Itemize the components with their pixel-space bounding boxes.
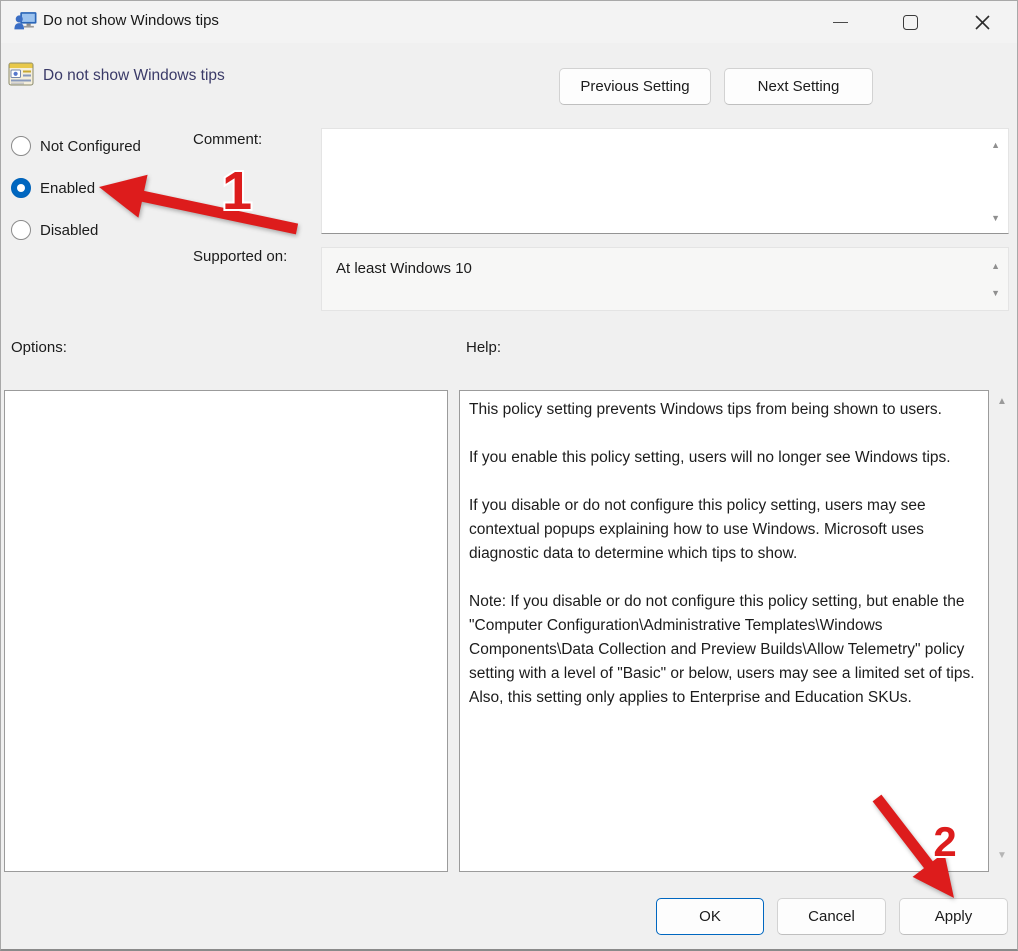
scroll-up-icon[interactable]: ▲ — [991, 262, 1000, 271]
help-text: This policy setting prevents Windows tip… — [469, 401, 975, 706]
close-icon — [974, 14, 990, 30]
next-setting-button[interactable]: Next Setting — [724, 68, 873, 105]
radio-disabled[interactable]: Disabled — [11, 220, 98, 240]
close-button[interactable] — [959, 1, 1005, 43]
radio-label-disabled: Disabled — [40, 221, 99, 239]
policy-icon — [8, 62, 34, 86]
policy-setting-dialog: Do not show Windows tips Do not show Win… — [0, 0, 1018, 951]
radio-circle-enabled[interactable] — [11, 178, 31, 198]
radio-circle-disabled[interactable] — [11, 220, 31, 240]
options-label: Options: — [11, 339, 67, 356]
comment-label: Comment: — [193, 131, 263, 148]
radio-circle-not-configured[interactable] — [11, 136, 31, 156]
supported-on-field: At least Windows 10 ▲ ▼ — [321, 247, 1009, 311]
previous-setting-button[interactable]: Previous Setting — [559, 68, 711, 105]
scroll-down-icon[interactable]: ▼ — [997, 851, 1007, 861]
options-panel — [4, 390, 448, 872]
maximize-button[interactable] — [887, 1, 933, 43]
cancel-button[interactable]: Cancel — [777, 898, 886, 935]
ok-button[interactable]: OK — [656, 898, 764, 935]
help-panel: This policy setting prevents Windows tip… — [459, 390, 989, 872]
scroll-down-icon[interactable]: ▼ — [991, 214, 1000, 223]
radio-label-not-configured: Not Configured — [40, 137, 141, 155]
window-title: Do not show Windows tips — [43, 12, 219, 29]
annotation-arrow-1 — [99, 174, 299, 235]
scroll-down-icon[interactable]: ▼ — [991, 289, 1000, 298]
scroll-up-icon[interactable]: ▲ — [991, 141, 1000, 150]
radio-enabled[interactable]: Enabled — [11, 178, 95, 198]
supported-on-value: At least Windows 10 — [336, 260, 472, 277]
maximize-icon — [902, 14, 918, 30]
apply-button[interactable]: Apply — [899, 898, 1008, 935]
minimize-icon — [832, 21, 848, 23]
comment-textarea[interactable]: ▲ ▼ — [321, 128, 1009, 234]
radio-label-enabled: Enabled — [40, 179, 96, 197]
supported-on-label: Supported on: — [193, 248, 288, 265]
app-icon — [14, 12, 37, 30]
minimize-button[interactable] — [817, 1, 863, 43]
scroll-up-icon[interactable]: ▲ — [997, 397, 1007, 407]
radio-not-configured[interactable]: Not Configured — [11, 136, 141, 156]
title-bar: Do not show Windows tips — [1, 1, 1017, 43]
policy-title: Do not show Windows tips — [43, 67, 225, 84]
annotation-step-1: 1 — [222, 161, 252, 221]
help-label: Help: — [466, 339, 502, 356]
